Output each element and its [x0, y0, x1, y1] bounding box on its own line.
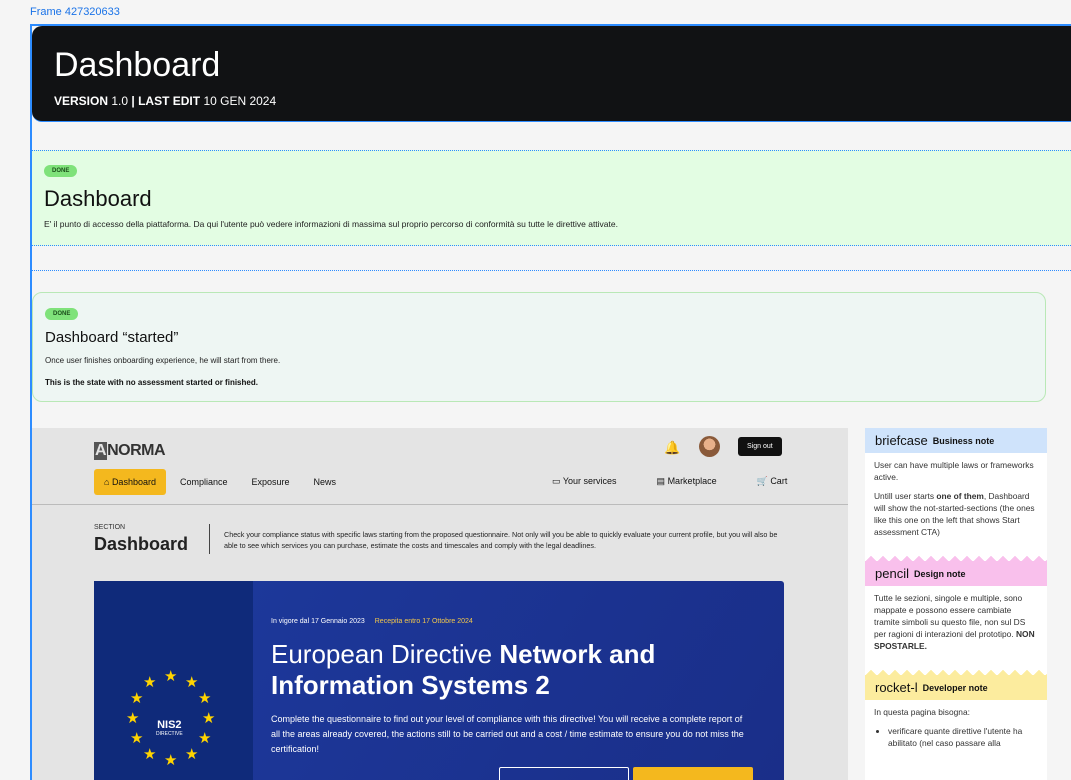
section-title: Dashboard “started”	[45, 329, 179, 346]
pencil-icon: pencil	[875, 566, 909, 581]
vertical-separator	[209, 524, 210, 554]
nav-your-services[interactable]: ▭ Your services	[552, 476, 637, 487]
design-note-body: Tutte le sezioni, singole e multiple, so…	[874, 593, 1035, 651]
list-item: verificare quante direttive l'utente ha …	[888, 725, 1038, 749]
nav-item-dashboard[interactable]: ⌂ Dashboard	[94, 468, 166, 495]
section-title: Dashboard	[44, 186, 152, 211]
bell-icon[interactable]: 🔔	[664, 440, 680, 456]
nav-item-news[interactable]: News	[314, 477, 337, 487]
last-edit-label: LAST EDIT	[138, 94, 201, 108]
business-note-body: User can have multiple laws or framework…	[874, 460, 1035, 537]
frame-label: Frame 427320633	[30, 6, 120, 18]
section-description: Check your compliance status with specif…	[224, 530, 778, 550]
nav-marketplace[interactable]: ▤ Marketplace	[657, 476, 737, 487]
section-state-note: This is the state with no assessment sta…	[45, 378, 258, 387]
zigzag-divider	[865, 665, 1047, 675]
app-preview: ANORMA 🔔 Sign out ⌂ Dashboard Compliance…	[32, 428, 848, 780]
briefcase-icon: briefcase	[875, 433, 928, 448]
nav-divider	[32, 504, 848, 505]
nav-item-exposure[interactable]: Exposure	[252, 477, 290, 487]
design-note-title: Design note	[913, 568, 966, 579]
version-value: 1.0	[111, 94, 129, 108]
meta-separator: |	[131, 94, 135, 108]
section-title: Dashboard	[94, 534, 189, 554]
nis2-emblem-label: NIS2 DIRECTIVE	[156, 719, 183, 737]
business-note-header: briefcase Business note	[865, 428, 1047, 453]
design-note-header: pencil Design note	[865, 561, 1047, 586]
status-badge: DONE	[44, 165, 78, 177]
developer-note-body: In questa pagina bisogna: verificare qua…	[865, 700, 1047, 755]
developer-note-header: rocket-l Developer note	[865, 675, 1047, 700]
page-header: Dashboard VERSION 1.0 | LAST EDIT 10 GEN…	[32, 26, 1071, 122]
section-description: Once user finishes onboarding experience…	[45, 356, 281, 365]
start-assessment-button[interactable]	[633, 767, 753, 780]
directive-title: European Directive Network and Informati…	[271, 639, 656, 700]
page-title: Dashboard	[54, 46, 221, 84]
norma-logo[interactable]: ANORMA	[94, 442, 165, 460]
right-nav: ▭ Your services ▤ Marketplace 🛒 Cart	[552, 476, 827, 487]
developer-note-title: Developer note	[922, 682, 988, 693]
last-edit-value: 10 GEN 2024	[203, 94, 277, 108]
sign-out-button[interactable]: Sign out	[738, 437, 782, 456]
business-note-title: Business note	[932, 435, 995, 446]
directive-dates: In vigore dal 17 Gennaio 2023 Recepita e…	[271, 618, 473, 625]
avatar[interactable]	[699, 436, 720, 457]
nav-cart[interactable]: 🛒 Cart	[757, 476, 808, 487]
directive-card[interactable]: ★ ★ ★ ★ ★ ★ ★ ★ ★ ★ ★ ★ NIS2 DIRECTIVE In…	[94, 581, 784, 780]
section-description: E' il punto di accesso della piattaforma…	[44, 219, 618, 229]
secondary-cta-button[interactable]	[499, 767, 629, 780]
status-badge: DONE	[45, 308, 79, 320]
version-label: VERSION	[54, 94, 109, 108]
section-label: SECTION	[94, 524, 126, 531]
eu-emblem-panel: ★ ★ ★ ★ ★ ★ ★ ★ ★ ★ ★ ★ NIS2 DIRECTIVE	[94, 581, 253, 780]
date-transposed: Recepita entro 17 Ottobre 2024	[374, 618, 473, 625]
section-dashboard-started: DONE Dashboard “started” Once user finis…	[32, 292, 1046, 402]
notes-panel: briefcase Business note User can have mu…	[865, 428, 1047, 780]
zigzag-divider	[865, 551, 1047, 561]
section-divider	[32, 270, 1071, 271]
version-meta: VERSION 1.0 | LAST EDIT 10 GEN 2024	[54, 94, 276, 108]
nav-item-compliance[interactable]: Compliance	[180, 477, 228, 487]
main-nav: ⌂ Dashboard Compliance Exposure News	[94, 468, 360, 495]
section-dashboard: DONE Dashboard E' il punto di accesso de…	[32, 150, 1071, 246]
date-in-force: In vigore dal 17 Gennaio 2023	[271, 618, 365, 625]
rocket-icon: rocket-l	[875, 680, 918, 695]
directive-description: Complete the questionnaire to find out y…	[271, 714, 744, 754]
